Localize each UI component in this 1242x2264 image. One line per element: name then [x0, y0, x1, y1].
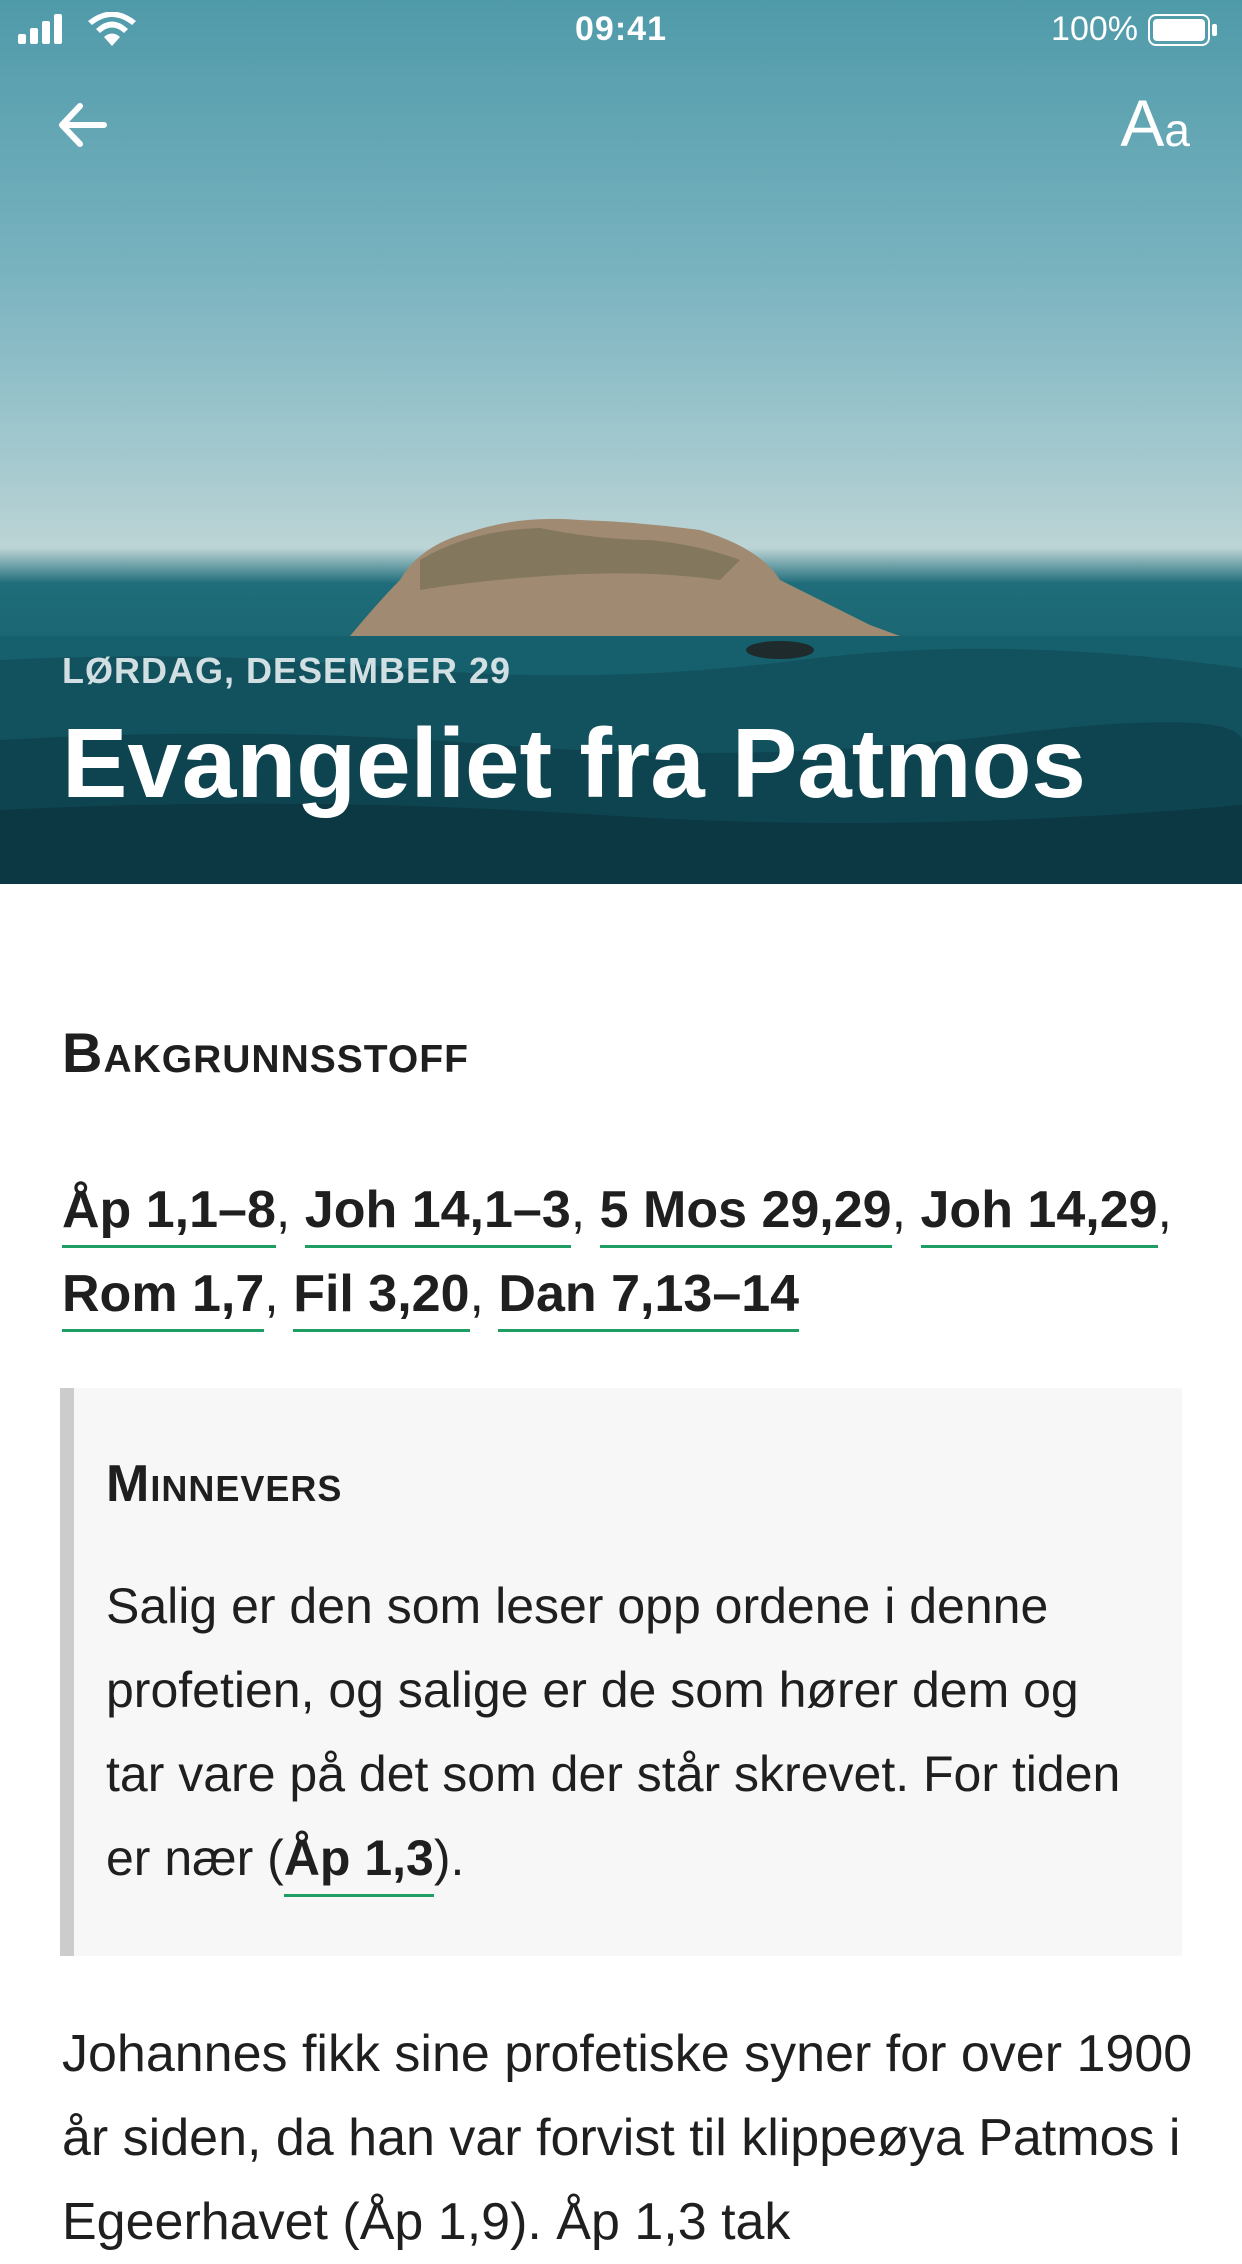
ref-separator: ,: [469, 1265, 499, 1323]
hero-image: 09:41 100% Aa LØRDAG, DESEMBER 29 Evange…: [0, 0, 1242, 884]
ref-separator: ,: [891, 1181, 921, 1239]
ref-separator: ,: [264, 1265, 294, 1323]
battery-icon: [1148, 14, 1217, 46]
lesson-title: Evangeliet fra Patmos: [62, 708, 1086, 818]
font-size-small-a: a: [1164, 104, 1190, 156]
memory-verse-heading: Minnevers: [106, 1455, 343, 1513]
background-heading: Bakgrunnsstoff: [62, 1021, 469, 1084]
memory-verse-tail: ).: [433, 1830, 465, 1886]
ref-separator: ,: [1157, 1181, 1172, 1239]
memory-verse-box: Minnevers Salig er den som leser opp ord…: [60, 1388, 1182, 1956]
reference-link[interactable]: Dan 7,13–14: [498, 1265, 800, 1332]
reference-link[interactable]: Åp 1,1–8: [62, 1181, 276, 1248]
reference-link[interactable]: Joh 14,1–3: [304, 1181, 571, 1248]
reference-link[interactable]: Rom 1,7: [62, 1265, 265, 1332]
reference-link[interactable]: 5 Mos 29,29: [599, 1181, 892, 1248]
reference-link[interactable]: Fil 3,20: [293, 1265, 470, 1332]
lesson-body-text: Johannes fikk sine profetiske syner for …: [62, 2025, 1193, 2251]
back-arrow-icon[interactable]: [52, 94, 114, 156]
battery-percent: 100%: [1051, 10, 1138, 48]
font-size-button[interactable]: Aa: [1120, 88, 1190, 165]
memory-verse-text: Salig er den som leser opp ordene i denn…: [106, 1564, 1146, 1900]
ref-separator: ,: [570, 1181, 600, 1239]
reference-link[interactable]: Joh 14,29: [920, 1181, 1158, 1248]
background-references: Åp 1,1–8, Joh 14,1–3, 5 Mos 29,29, Joh 1…: [62, 1168, 1202, 1336]
lesson-date: LØRDAG, DESEMBER 29: [62, 650, 512, 691]
memory-verse-body: Salig er den som leser opp ordene i denn…: [106, 1578, 1121, 1886]
ref-separator: ,: [275, 1181, 305, 1239]
font-size-large-a: A: [1120, 86, 1165, 160]
status-bar: 09:41 100%: [0, 0, 1242, 60]
memory-verse-reference-link[interactable]: Åp 1,3: [283, 1830, 434, 1897]
